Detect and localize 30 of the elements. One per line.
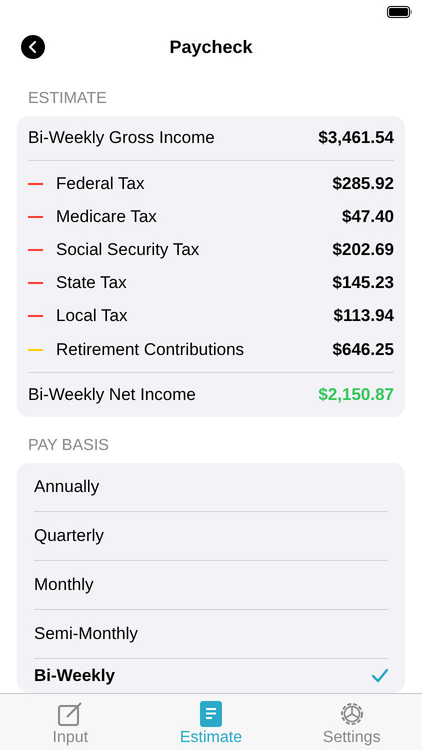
option-row[interactable]: Bi-Weekly [34,659,388,694]
chevron-left-icon [28,41,38,53]
row-label: Federal Tax [56,174,146,194]
document-icon [199,700,223,728]
amount: $2,150.87 [318,385,394,406]
checkmark-icon [372,669,388,684]
screen-title: Paycheck [169,36,253,58]
row-label: Medicare Tax [56,206,158,227]
row-label: State Tax [56,273,128,294]
battery-icon [387,6,413,18]
amount: $47.40 [342,206,394,227]
row-label: Bi-Weekly Net Income [28,385,197,406]
row-label: Local Tax [56,306,129,326]
amount: $202.69 [332,240,394,260]
amount: $113.94 [333,306,394,326]
option-row[interactable]: Monthly [34,561,388,610]
option-row[interactable]: Semi-Monthly [34,610,388,658]
edit-icon [56,700,84,728]
section-header: PAY BASIS [27,436,110,456]
row-label: Retirement Contributions [56,340,246,360]
amount: $285.92 [332,174,394,194]
back-button[interactable] [21,35,45,59]
amount: $145.23 [332,273,394,294]
row-label: Bi-Weekly Gross Income [28,128,216,148]
section-header: ESTIMATE [27,89,108,109]
option-row[interactable]: Annually [34,463,388,512]
amount: $646.25 [332,340,394,360]
amount: $3,461.54 [318,128,394,148]
row-label: Social Security Tax [56,240,200,260]
option-row[interactable]: Quarterly [34,512,388,560]
